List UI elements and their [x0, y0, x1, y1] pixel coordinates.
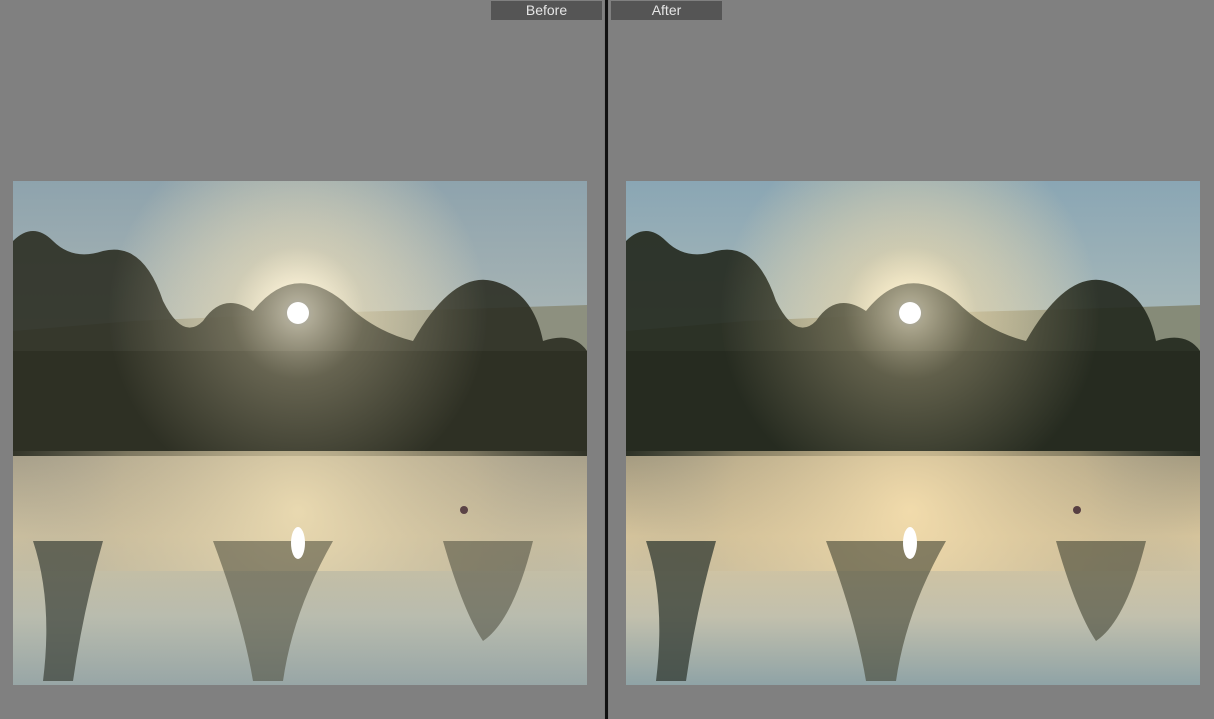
- after-label: After: [611, 1, 722, 20]
- before-label: Before: [491, 1, 602, 20]
- compare-view: Before After: [0, 0, 1214, 719]
- after-photo[interactable]: [626, 181, 1200, 685]
- before-photo[interactable]: [13, 181, 587, 685]
- pane-divider-line: [605, 0, 608, 719]
